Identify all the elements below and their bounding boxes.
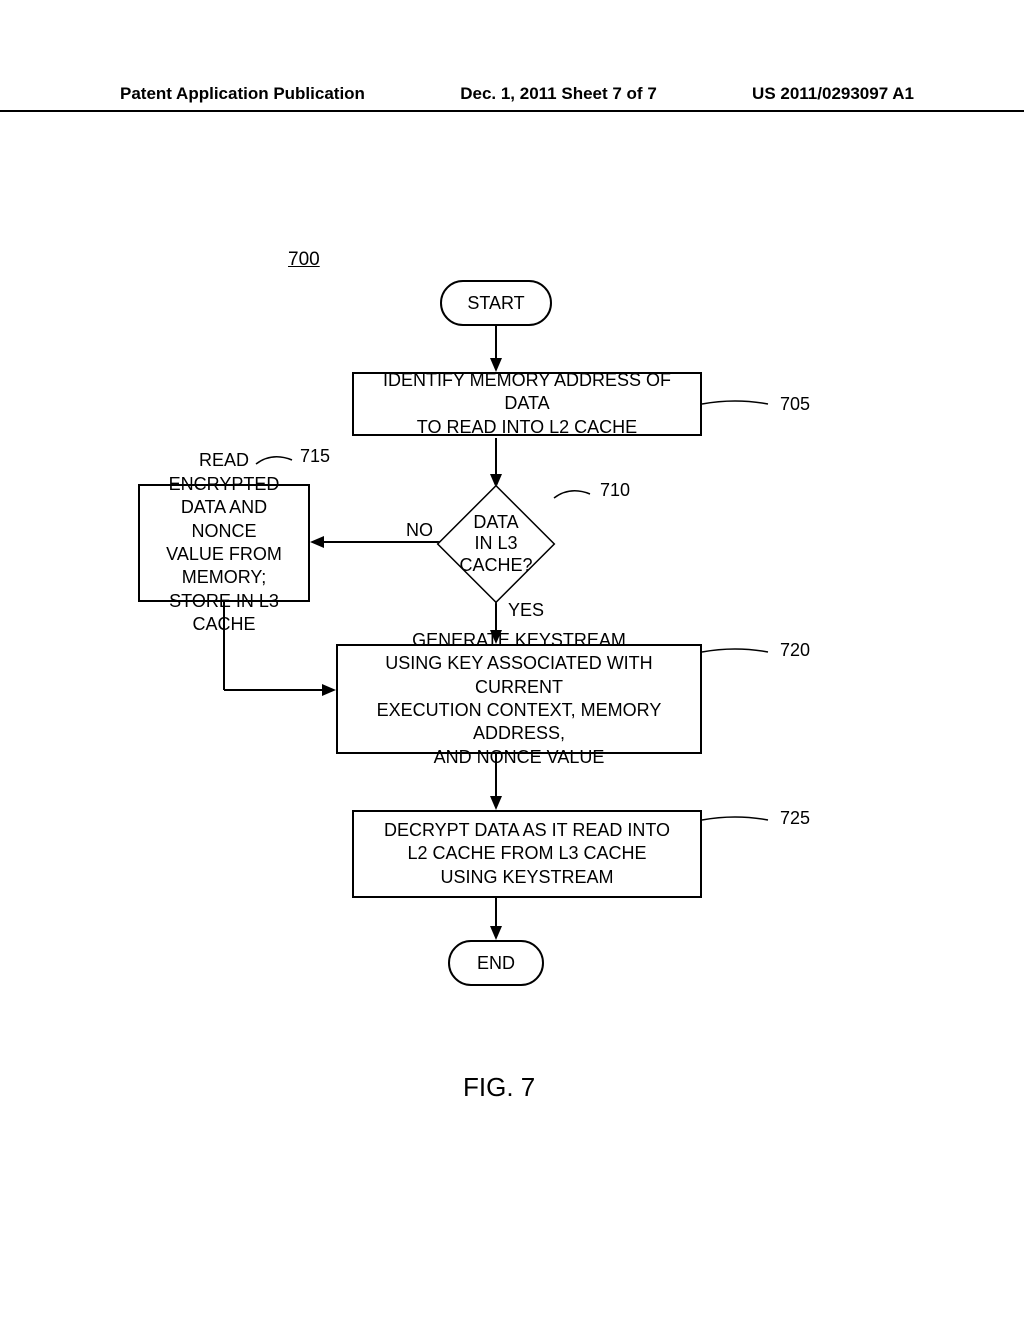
decision-710: DATA IN L3 CACHE? (440, 488, 552, 600)
step-705-text: IDENTIFY MEMORY ADDRESS OF DATA TO READ … (364, 369, 690, 439)
no-label: NO (406, 520, 433, 541)
end-terminator: END (448, 940, 544, 986)
step-715-text: READ ENCRYPTED DATA AND NONCE VALUE FROM… (150, 449, 298, 636)
step-725-text: DECRYPT DATA AS IT READ INTO L2 CACHE FR… (384, 819, 670, 889)
yes-label: YES (508, 600, 544, 621)
step-720: GENERATE KEYSTREAM USING KEY ASSOCIATED … (336, 644, 702, 754)
ref-720: 720 (780, 640, 810, 661)
ref-705: 705 (780, 394, 810, 415)
step-725: DECRYPT DATA AS IT READ INTO L2 CACHE FR… (352, 810, 702, 898)
flowchart-diagram: 700 START IDENTIFY MEMORY ADDRESS OF DAT… (0, 0, 1024, 1320)
decision-710-text: DATA IN L3 CACHE? (440, 512, 552, 577)
end-label: END (477, 953, 515, 974)
ref-725: 725 (780, 808, 810, 829)
ref-715: 715 (300, 446, 330, 467)
ref-710: 710 (600, 480, 630, 501)
start-label: START (467, 293, 524, 314)
flowchart-number: 700 (288, 249, 320, 271)
figure-caption: FIG. 7 (463, 1072, 535, 1103)
start-terminator: START (440, 280, 552, 326)
step-720-text: GENERATE KEYSTREAM USING KEY ASSOCIATED … (348, 629, 690, 769)
step-705: IDENTIFY MEMORY ADDRESS OF DATA TO READ … (352, 372, 702, 436)
step-715: READ ENCRYPTED DATA AND NONCE VALUE FROM… (138, 484, 310, 602)
